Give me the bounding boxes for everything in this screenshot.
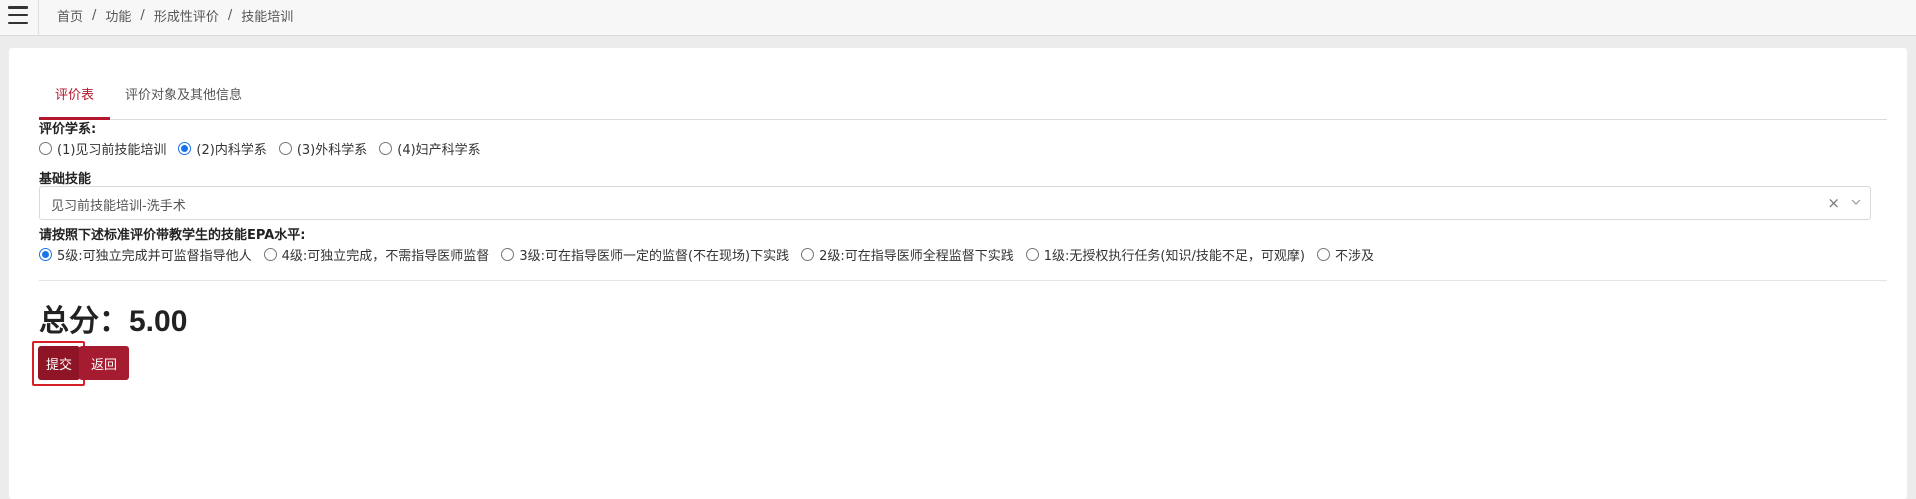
- dept-option-label: (2)内科学系: [196, 143, 267, 158]
- radio-button[interactable]: [1316, 248, 1330, 261]
- dept-option-1[interactable]: (1)见习前技能培训: [39, 139, 166, 158]
- radio-button[interactable]: [263, 248, 277, 261]
- section-divider: [39, 280, 1887, 281]
- back-button[interactable]: 返回: [79, 346, 129, 380]
- radio-button[interactable]: [1025, 248, 1039, 261]
- radio-button[interactable]: [501, 248, 515, 261]
- epa-option-label: 不涉及: [1334, 249, 1374, 264]
- radio-button-checked[interactable]: [178, 142, 192, 155]
- epa-option-2[interactable]: 2级:可在指导医师全程监督下实践: [801, 245, 1014, 264]
- epa-option-5[interactable]: 5级:可独立完成并可监督指导他人: [39, 245, 252, 264]
- radio-button[interactable]: [39, 142, 52, 155]
- epa-option-4[interactable]: 4级:可独立完成，不需指导医师监督: [263, 245, 490, 264]
- epa-option-label: 1级:无授权执行任务(知识/技能不足，可观摩): [1043, 249, 1305, 264]
- chevron-down-icon[interactable]: [1850, 196, 1862, 208]
- breadcrumb-skill-training: 技能培训: [241, 10, 294, 25]
- breadcrumb-separator: /: [92, 8, 97, 23]
- breadcrumb: 首页 / 功能 / 形成性评价 / 技能培训: [57, 6, 293, 25]
- skill-label: 基础技能: [39, 172, 92, 187]
- epa-option-label: 4级:可独立完成，不需指导医师监督: [281, 249, 490, 264]
- tab-evaluation-form[interactable]: 评价表: [39, 82, 111, 120]
- radio-button[interactable]: [801, 248, 815, 261]
- dept-option-2[interactable]: (2)内科学系: [178, 139, 267, 158]
- epa-option-label: 3级:可在指导医师一定的监督(不在现场)下实践: [519, 249, 790, 264]
- dept-option-4[interactable]: (4)妇产科学系: [379, 139, 481, 158]
- clear-icon[interactable]: ×: [1827, 194, 1840, 212]
- radio-button[interactable]: [379, 142, 393, 155]
- epa-option-label: 5级:可独立完成并可监督指导他人: [57, 249, 252, 264]
- breadcrumb-function[interactable]: 功能: [105, 6, 131, 25]
- dept-option-label: (3)外科学系: [296, 143, 368, 158]
- hamburger-icon[interactable]: [8, 6, 28, 24]
- epa-option-3[interactable]: 3级:可在指导医师一定的监督(不在现场)下实践: [501, 245, 789, 264]
- submit-button[interactable]: 提交: [38, 346, 80, 380]
- breadcrumb-formative-eval[interactable]: 形成性评价: [154, 6, 219, 25]
- dept-radio-group: (1)见习前技能培训 (2)内科学系 (3)外科学系 (4)妇产科学系: [39, 139, 493, 158]
- dept-option-label: (4)妇产科学系: [397, 143, 481, 158]
- skill-select-value: 见习前技能培训-洗手术: [51, 199, 186, 214]
- dept-label: 评价学系:: [39, 122, 97, 137]
- epa-option-label: 2级:可在指导医师全程监督下实践: [819, 249, 1014, 264]
- breadcrumb-separator: /: [140, 8, 145, 23]
- top-bar: 首页 / 功能 / 形成性评价 / 技能培训: [0, 0, 1916, 36]
- tab-bar: 评价表 评价对象及其他信息: [39, 82, 1887, 120]
- top-bar-divider: [38, 0, 39, 36]
- main-card: 评价表 评价对象及其他信息 评价学系: (1)见习前技能培训 (2)内科学系 (…: [9, 48, 1907, 499]
- skill-select[interactable]: 见习前技能培训-洗手术 ×: [39, 186, 1871, 220]
- tab-subject-info[interactable]: 评价对象及其他信息: [110, 82, 257, 120]
- epa-radio-group: 5级:可独立完成并可监督指导他人 4级:可独立完成，不需指导医师监督 3级:可在…: [39, 245, 1386, 264]
- epa-label: 请按照下述标准评价带教学生的技能EPA水平:: [39, 228, 306, 243]
- breadcrumb-home[interactable]: 首页: [57, 6, 83, 25]
- dept-option-label: (1)见习前技能培训: [57, 143, 167, 158]
- epa-option-1[interactable]: 1级:无授权执行任务(知识/技能不足，可观摩): [1025, 245, 1305, 264]
- total-score: 总分：5.00: [39, 305, 188, 338]
- dept-option-3[interactable]: (3)外科学系: [278, 139, 368, 158]
- breadcrumb-separator: /: [227, 8, 233, 23]
- epa-option-na[interactable]: 不涉及: [1316, 245, 1374, 264]
- radio-button-checked[interactable]: [39, 248, 52, 261]
- radio-button[interactable]: [278, 142, 292, 155]
